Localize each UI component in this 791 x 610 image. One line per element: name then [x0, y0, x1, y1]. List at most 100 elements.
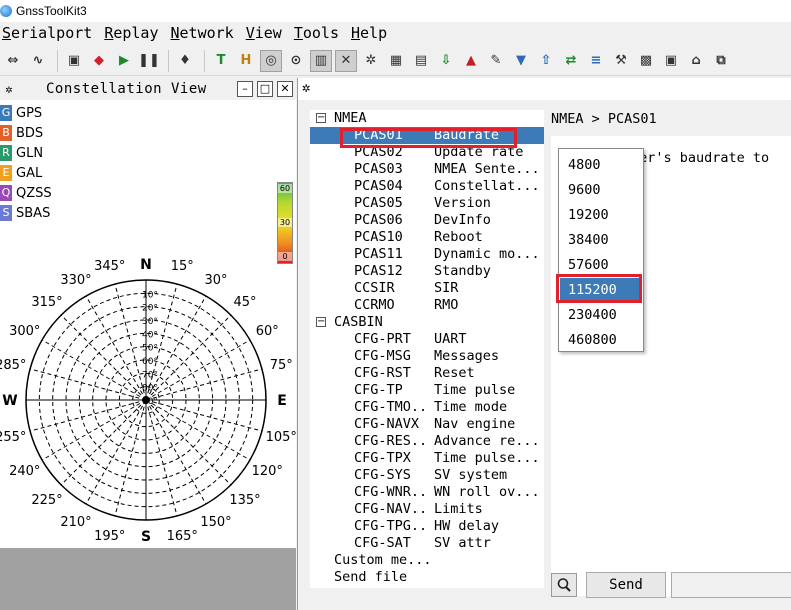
baud-option-38400[interactable]: 38400	[560, 228, 642, 252]
menu-replay[interactable]: Replay	[100, 24, 162, 42]
azimuth-label: 45°	[233, 295, 256, 310]
table-button[interactable]: ▦	[385, 50, 407, 72]
elevation-label: 90°	[142, 397, 158, 407]
azimuth-line	[60, 314, 147, 401]
tree-item-pcas03[interactable]: PCAS03 NMEA Sente...	[310, 161, 544, 178]
tree-item-cfg-tp[interactable]: CFG-TP Time pulse	[310, 382, 544, 399]
dialog-header: ✲	[298, 78, 791, 100]
arrows-button[interactable]: ⇄	[560, 50, 582, 72]
tree-item-custom-me[interactable]: Custom me...	[310, 552, 544, 569]
tree-item-pcas10[interactable]: PCAS10 Reboot	[310, 229, 544, 246]
mic-button[interactable]: ♦	[174, 50, 196, 72]
send-input[interactable]	[671, 572, 791, 598]
baud-option-460800[interactable]: 460800	[560, 328, 642, 352]
collapse-icon[interactable]: −	[316, 113, 326, 123]
tree-item-cfg-msg[interactable]: CFG-MSG Messages	[310, 348, 544, 365]
map-button[interactable]: ▲	[460, 50, 482, 72]
baud-option-230400[interactable]: 230400	[560, 303, 642, 327]
copy-button[interactable]: ⧉	[710, 50, 732, 72]
tree-item-pcas01[interactable]: PCAS01 Baudrate	[310, 127, 544, 144]
save-button[interactable]: ▣	[63, 50, 85, 72]
bars-button[interactable]: ▥	[310, 49, 332, 72]
menu-view[interactable]: View	[242, 24, 286, 42]
command-name: CFG-WNR...	[354, 484, 430, 500]
command-desc: Update rate	[434, 144, 524, 160]
tree-item-pcas05[interactable]: PCAS05 Version	[310, 195, 544, 212]
text-button[interactable]: T	[210, 50, 232, 72]
azimuth-label: 15°	[171, 259, 194, 274]
menu-serialport[interactable]: Serialport	[0, 24, 96, 42]
target-button[interactable]: ⊙	[285, 50, 307, 72]
legend-gps[interactable]: G GPS	[0, 104, 60, 122]
scan-button[interactable]: ⌂	[685, 50, 707, 72]
pin-button[interactable]: ▼	[510, 50, 532, 72]
upload-button[interactable]: ⇧	[535, 50, 557, 72]
collapse-icon[interactable]: −	[316, 317, 326, 327]
tree-item-pcas06[interactable]: PCAS06 DevInfo	[310, 212, 544, 229]
compass-button[interactable]: ◎	[260, 49, 282, 72]
baud-option-115200[interactable]: 115200	[560, 278, 642, 302]
maximize-button[interactable]: □	[257, 81, 273, 97]
tree-item-pcas11[interactable]: PCAS11 Dynamic mo...	[310, 246, 544, 263]
command-desc: Time pulse	[434, 382, 516, 398]
play-button[interactable]: ▶	[113, 50, 135, 72]
tree-item-cfg-nav[interactable]: CFG-NAV... Limits	[310, 501, 544, 518]
tree-item-cfg-navx[interactable]: CFG-NAVX Nav engine	[310, 416, 544, 433]
minimize-button[interactable]: –	[237, 81, 253, 97]
menu-tools[interactable]: Tools	[290, 24, 343, 42]
cardinal-e: E	[277, 393, 287, 409]
tree-item-cfg-tpx[interactable]: CFG-TPX Time pulse...	[310, 450, 544, 467]
legend-gln[interactable]: R GLN	[0, 144, 60, 162]
chart-button[interactable]: ▤	[410, 50, 432, 72]
tree-item-cfg-tmo[interactable]: CFG-TMO... Time mode	[310, 399, 544, 416]
menu-network[interactable]: Network	[167, 24, 238, 42]
tree-item-ccrmo[interactable]: CCRMO RMO	[310, 297, 544, 314]
grid-button[interactable]: ▩	[635, 50, 657, 72]
baud-option-19200[interactable]: 19200	[560, 203, 642, 227]
baud-option-4800[interactable]: 4800	[560, 153, 642, 177]
baud-option-9600[interactable]: 9600	[560, 178, 642, 202]
legend-gal[interactable]: E GAL	[0, 164, 60, 182]
tree-item-pcas04[interactable]: PCAS04 Constellat...	[310, 178, 544, 195]
legend-bds[interactable]: B BDS	[0, 124, 60, 142]
tree-item-ccsir[interactable]: CCSIR SIR	[310, 280, 544, 297]
tree-item-cfg-sat[interactable]: CFG-SAT SV attr	[310, 535, 544, 552]
tree-item-cfg-prt[interactable]: CFG-PRT UART	[310, 331, 544, 348]
close-button[interactable]: ✕	[277, 81, 293, 97]
azimuth-label: 105°	[266, 430, 296, 445]
pause-button[interactable]: ❚❚	[138, 50, 160, 72]
tree-item-send-file[interactable]: Send file	[310, 569, 544, 586]
tree-item-cfg-rst[interactable]: CFG-RST Reset	[310, 365, 544, 382]
tree-item-cfg-res[interactable]: CFG-RES... Advance re...	[310, 433, 544, 450]
search-button[interactable]	[551, 573, 577, 597]
tree-group-casbin[interactable]: − CASBIN	[310, 314, 544, 331]
tree-item-cfg-tpg[interactable]: CFG-TPG... HW delay	[310, 518, 544, 535]
tree-item-pcas02[interactable]: PCAS02 Update rate	[310, 144, 544, 161]
signal-button[interactable]: ∿	[27, 50, 49, 72]
cardinal-w: W	[2, 393, 17, 409]
tools-button[interactable]: ⚒	[610, 50, 632, 72]
tree-item-cfg-sys[interactable]: CFG-SYS SV system	[310, 467, 544, 484]
satellite-button[interactable]: ✕	[335, 49, 357, 72]
tree-group-nmea[interactable]: − NMEA	[310, 110, 544, 127]
command-desc: SV attr	[434, 535, 491, 551]
tree-item-cfg-wnr[interactable]: CFG-WNR... WN roll ov...	[310, 484, 544, 501]
ruler-button[interactable]: ✎	[485, 50, 507, 72]
layers-button[interactable]: ≡	[585, 50, 607, 72]
tree-item-pcas12[interactable]: PCAS12 Standby	[310, 263, 544, 280]
qr-button[interactable]: ▣	[660, 50, 682, 72]
menu-help[interactable]: Help	[347, 24, 391, 42]
legend-qzss[interactable]: Q QZSS	[0, 184, 60, 202]
download-button[interactable]: ⇩	[435, 50, 457, 72]
h-button[interactable]: H	[235, 50, 257, 72]
erase-button[interactable]: ◆	[88, 50, 110, 72]
legend-sbas[interactable]: S SBAS	[0, 204, 60, 222]
send-button[interactable]: Send	[586, 572, 666, 598]
baudrate-dropdown[interactable]: 4800 9600 19200 38400 57600 115200 230400 46080…	[558, 148, 644, 352]
gear-button[interactable]: ✲	[360, 50, 382, 72]
command-name: CFG-NAVX	[354, 416, 420, 432]
baud-option-57600[interactable]: 57600	[560, 253, 642, 277]
azimuth-label: 30°	[204, 273, 227, 288]
command-desc: Nav engine	[434, 416, 516, 432]
connect-button[interactable]: ⇔	[2, 50, 24, 72]
